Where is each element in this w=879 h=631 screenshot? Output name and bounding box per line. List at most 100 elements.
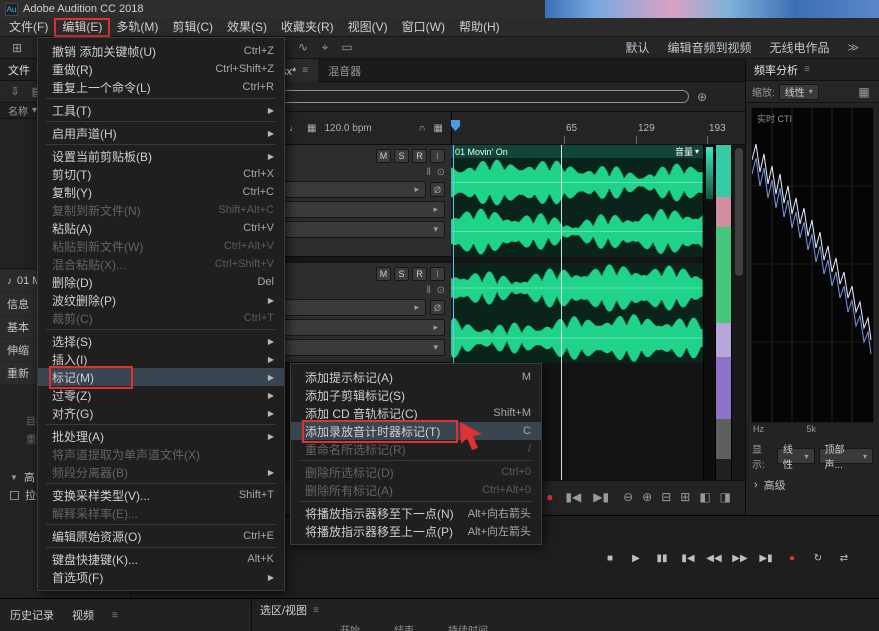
menu-item[interactable]: 添加子剪辑标记(S) [291,386,541,404]
rewind-button[interactable]: ◀◀ [703,549,725,567]
menu-item[interactable]: 删除(D) Del [38,273,284,291]
bottom-panel-tab[interactable]: 历史记录 [10,607,54,623]
razor-tool-icon[interactable]: ∿ [294,40,312,55]
menu-item[interactable]: 插入(I) ▶ [38,350,284,368]
menu-item[interactable]: 删除所选标记(D) Ctrl+0 [291,463,541,481]
checkbox-icon[interactable] [10,490,19,500]
menu-item[interactable]: 频段分离器(B) ▶ [38,463,284,481]
channel-select[interactable]: 顶部声... ▾ [818,445,873,471]
panel-menu-icon[interactable]: ≡ [302,65,308,76]
mute-button[interactable]: M [376,267,391,281]
metronome-icon[interactable]: ♩ [289,123,299,134]
menu-item[interactable]: 编辑原始资源(O) Ctrl+E [38,527,284,545]
snap-grid-icon[interactable]: ▦ [434,123,443,134]
monitor-input-button[interactable]: I [430,267,445,281]
mixer-tab[interactable]: 混音器 [318,59,371,82]
menu-item[interactable]: 将声道提取为单声道文件(X) [38,445,284,463]
record-arm-button[interactable]: R [412,267,427,281]
menu-item[interactable]: 复制(Y) Ctrl+C [38,183,284,201]
phase-button[interactable]: Ø [430,300,445,315]
menu-item[interactable]: 标记(M) ▶ [38,365,284,389]
menu-item[interactable]: 波纹删除(P) ▶ [38,291,284,309]
shuttle-button[interactable]: ⇄ [833,549,855,567]
frequency-panel-tab[interactable]: 频率分析 ≡ [746,59,879,81]
workspace-button[interactable]: 无线电作品 [769,39,829,56]
menu-item[interactable]: 对齐(G) ▶ [38,404,284,422]
solo-button[interactable]: S [394,267,409,281]
phase-button[interactable]: Ø [430,182,445,197]
advanced-toggle[interactable]: › 高级 [746,475,879,495]
workspace-button[interactable]: 默认 [625,39,649,56]
playhead-marker[interactable] [451,120,460,131]
audio-clip[interactable]: 01 Movin' On 音量 ▾ [451,145,703,257]
menu-item[interactable]: 批处理(A) ▶ [38,427,284,445]
clip-header[interactable]: 01 Movin' On 音量 ▾ [451,145,703,158]
menu-item[interactable]: 解释采样率(E)... [38,504,284,522]
zoom-selection-right-icon[interactable]: ◨ [720,490,731,504]
zoom-selection-left-icon[interactable]: ◧ [699,490,710,504]
skip-back-icon[interactable]: ▮◀ [565,490,581,504]
overflow-icon[interactable]: ≫ [847,41,859,54]
stop-button[interactable]: ■ [599,549,621,567]
menu-item[interactable]: 键盘快捷键(K)... Alt+K [38,550,284,568]
navigator-zoom-icon[interactable]: ⊕ [697,90,707,104]
menu-item[interactable]: 启用声道(H) ▶ [38,124,284,142]
menu-item[interactable]: 重做(R) Ctrl+Shift+Z [38,60,284,78]
panel-menu-icon[interactable]: ≡ [313,605,319,616]
menubar-item[interactable]: 剪辑(C) [165,19,220,36]
timeline-ruler[interactable]: 65 129 193 [451,112,745,144]
menubar-item[interactable]: 文件(F) [2,19,55,36]
skip-to-end-button[interactable]: ▶▮ [755,549,777,567]
menu-item[interactable]: 添加 CD 音轨标记(C) Shift+M [291,404,541,422]
menu-item[interactable]: 首选项(F) ▶ [38,568,284,586]
menu-item[interactable]: 将播放指示器移至上一点(P) Alt+向左箭头 [291,522,541,540]
monitor-input-button[interactable]: I [430,149,445,163]
zoom-in-icon[interactable]: ⊕ [642,490,652,504]
zoom-out-full-icon[interactable]: ⊟ [661,490,671,504]
panel-options-icon[interactable]: ▦ [855,85,873,99]
menu-item[interactable]: 选择(S) ▶ [38,332,284,350]
loop-button[interactable]: ↻ [807,549,829,567]
menu-item[interactable]: 删除所有标记(A) Ctrl+Alt+0 [291,481,541,499]
pause-button[interactable]: ▮▮ [651,549,673,567]
solo-button[interactable]: S [394,149,409,163]
record-small-icon[interactable]: ● [546,490,553,504]
play-button[interactable]: ▶ [625,549,647,567]
skip-to-start-button[interactable]: ▮◀ [677,549,699,567]
menu-item[interactable]: 混合粘贴(X)... Ctrl+Shift+V [38,255,284,273]
menu-item[interactable]: 将播放指示器移至下一点(N) Alt+向右箭头 [291,504,541,522]
menu-item[interactable]: 工具(T) ▶ [38,101,284,119]
snap-magnet-icon[interactable]: ∩ [418,123,425,134]
selection-view-tab[interactable]: 选区/视图 [260,602,307,618]
menu-item[interactable]: 重命名所选标记(R) / [291,440,541,458]
zoom-in-full-icon[interactable]: ⊞ [680,490,690,504]
bottom-panel-tab[interactable]: 视频 [72,607,94,623]
menu-item[interactable]: 剪切(T) Ctrl+X [38,165,284,183]
time-selection-icon[interactable]: ▭ [338,40,356,55]
menubar-item[interactable]: 视图(V) [341,19,395,36]
menu-item[interactable]: 粘贴(A) Ctrl+V [38,219,284,237]
scale-select[interactable]: 线性 ▾ [778,83,819,100]
menubar-item[interactable]: 窗口(W) [395,19,452,36]
scrollbar-thumb[interactable] [735,148,743,276]
skip-forward-icon[interactable]: ▶▮ [593,490,609,504]
menu-item[interactable]: 过零(Z) ▶ [38,386,284,404]
menu-item[interactable]: 添加录放音计时器标记(T) C [291,419,541,443]
menubar-item[interactable]: 编辑(E) [54,17,111,37]
menubar-item[interactable]: 收藏夹(R) [274,19,341,36]
menubar-item[interactable]: 效果(S) [220,19,274,36]
import-icon[interactable]: ⇩ [8,85,22,98]
menu-item[interactable]: 撤销 添加关键帧(U) Ctrl+Z [38,42,284,60]
audio-clip[interactable] [451,263,703,363]
panel-menu-icon[interactable]: ≡ [112,610,118,621]
grid-icon[interactable]: ▦ [307,123,316,134]
slip-tool-icon[interactable]: ⌖ [316,40,334,55]
tempo-display[interactable]: 120.0 bpm [324,123,371,134]
record-arm-button[interactable]: R [412,149,427,163]
panel-menu-icon[interactable]: ≡ [804,64,810,75]
menu-item[interactable]: 裁剪(C) Ctrl+T [38,309,284,327]
menu-item[interactable]: 添加提示标记(A) M [291,368,541,386]
menubar-item[interactable]: 帮助(H) [452,19,507,36]
clip-gain-dropdown[interactable]: 音量 ▾ [675,145,699,158]
menubar-item[interactable]: 多轨(M) [109,19,165,36]
